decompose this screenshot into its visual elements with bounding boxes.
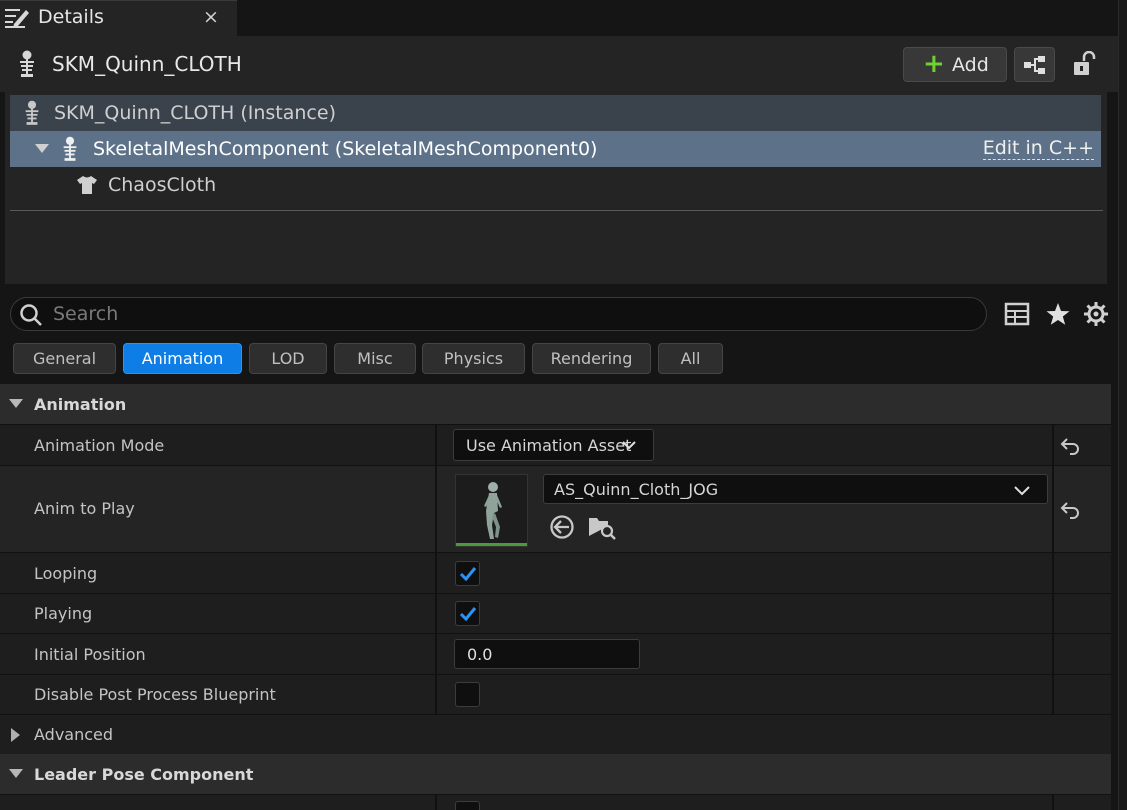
- collapse-arrow-icon[interactable]: [35, 144, 49, 154]
- column-divider: [435, 594, 437, 633]
- search-input[interactable]: [53, 301, 953, 327]
- section-title: Leader Pose Component: [34, 765, 254, 784]
- column-divider: [435, 634, 437, 674]
- chevron-down-icon: [1014, 486, 1030, 496]
- chevron-down-icon: [622, 441, 636, 450]
- property-label: Looping: [34, 564, 98, 583]
- filter-tab-lod[interactable]: LOD: [249, 343, 327, 374]
- browse-content-icon[interactable]: [588, 514, 616, 540]
- column-divider: [435, 425, 437, 465]
- column-divider: [435, 466, 437, 552]
- column-divider: [435, 795, 437, 810]
- checkmark-icon: [459, 607, 477, 622]
- property-looping: Looping: [0, 552, 1111, 593]
- property-disable-post-process-blueprint: Disable Post Process Blueprint: [0, 674, 1111, 714]
- disable-post-process-checkbox[interactable]: [455, 682, 480, 707]
- reset-to-default-icon[interactable]: [1060, 435, 1080, 455]
- details-icon: [5, 9, 29, 28]
- tree-divider: [10, 210, 1103, 211]
- table-view-icon[interactable]: [1004, 301, 1030, 327]
- plus-icon: +: [923, 49, 945, 79]
- blueprint-button[interactable]: [1014, 47, 1055, 82]
- column-divider: [1052, 553, 1054, 593]
- column-divider: [1052, 795, 1054, 810]
- details-tab[interactable]: Details ×: [0, 0, 237, 36]
- component-label: SkeletalMeshComponent (SkeletalMeshCompo…: [93, 138, 598, 160]
- playing-checkbox[interactable]: [455, 601, 480, 626]
- hierarchy-icon: [1024, 56, 1045, 74]
- skeleton-icon: [25, 100, 39, 125]
- add-component-button[interactable]: + Add: [903, 47, 1007, 82]
- instance-label: SKM_Quinn_CLOTH (Instance): [54, 102, 336, 124]
- column-divider: [1052, 466, 1054, 552]
- skeleton-icon: [63, 136, 77, 161]
- edit-in-cpp-link[interactable]: Edit in C++: [982, 138, 1094, 160]
- gear-icon[interactable]: [1083, 301, 1109, 327]
- dropdown-value: Use Animation Asset: [466, 436, 632, 455]
- thumbnail-underline: [456, 543, 527, 546]
- filter-tab-physics[interactable]: Physics: [422, 343, 525, 374]
- actor-title: SKM_Quinn_CLOTH: [52, 52, 242, 76]
- column-divider: [435, 675, 437, 714]
- reset-to-default-icon[interactable]: [1060, 499, 1080, 519]
- animation-mode-dropdown[interactable]: Use Animation Asset: [453, 429, 654, 461]
- details-header: SKM_Quinn_CLOTH + Add: [0, 36, 1118, 92]
- search-bar[interactable]: [10, 297, 987, 331]
- section-title: Animation: [34, 395, 127, 414]
- filter-tab-misc[interactable]: Misc: [334, 343, 416, 374]
- tab-bar: Details ×: [0, 0, 1127, 36]
- child-label: ChaosCloth: [108, 174, 217, 196]
- lock-icon[interactable]: [1072, 51, 1096, 77]
- looping-checkbox[interactable]: [455, 561, 480, 586]
- column-divider: [1052, 634, 1054, 674]
- property-label: Animation Mode: [34, 436, 165, 455]
- tree-item-instance[interactable]: SKM_Quinn_CLOTH (Instance): [10, 95, 1101, 131]
- property-animation-mode: Animation Mode Use Animation Asset: [0, 424, 1111, 465]
- filter-tab-animation[interactable]: Animation: [123, 343, 242, 374]
- filter-tab-general[interactable]: General: [13, 343, 116, 374]
- checkmark-icon: [459, 567, 477, 582]
- add-label: Add: [952, 54, 989, 76]
- tree-item-skeletal-mesh-component[interactable]: SkeletalMeshComponent (SkeletalMeshCompo…: [10, 131, 1101, 167]
- expand-arrow-icon: [9, 769, 23, 778]
- scrollbar-strip: [1118, 0, 1127, 810]
- group-label: Advanced: [34, 725, 114, 744]
- checkbox-partial[interactable]: [455, 801, 480, 810]
- search-icon: [20, 304, 42, 326]
- dropdown-value: AS_Quinn_Cloth_JOG: [554, 480, 719, 499]
- field-value: 0.0: [467, 645, 493, 664]
- column-divider: [1052, 675, 1054, 714]
- property-initial-position: Initial Position 0.0: [0, 633, 1111, 674]
- skeleton-icon: [20, 50, 34, 77]
- close-icon[interactable]: ×: [203, 6, 219, 28]
- asset-thumbnail[interactable]: [455, 474, 528, 547]
- filter-tab-rendering[interactable]: Rendering: [532, 343, 651, 374]
- property-label: Playing: [34, 604, 93, 623]
- property-anim-to-play: Anim to Play AS_Quinn_Cloth_JOG: [0, 465, 1111, 552]
- shirt-icon: [77, 176, 97, 194]
- column-divider: [1052, 594, 1054, 633]
- tree-item-chaos-cloth[interactable]: ChaosCloth: [10, 167, 1101, 203]
- column-divider: [435, 553, 437, 593]
- component-tree: SKM_Quinn_CLOTH (Instance) SkeletalMeshC…: [5, 92, 1107, 284]
- use-selected-asset-icon[interactable]: [549, 514, 575, 540]
- property-label: Anim to Play: [34, 499, 135, 518]
- section-animation[interactable]: Animation: [0, 384, 1111, 424]
- expand-arrow-icon: [9, 399, 23, 408]
- property-playing: Playing: [0, 593, 1111, 633]
- anim-asset-dropdown[interactable]: AS_Quinn_Cloth_JOG: [543, 474, 1048, 504]
- running-figure-icon: [456, 475, 527, 545]
- section-leader-pose-component[interactable]: Leader Pose Component: [0, 754, 1111, 794]
- expand-arrow-icon: [11, 728, 20, 742]
- tab-title: Details: [38, 6, 104, 28]
- property-label: Initial Position: [34, 645, 146, 664]
- column-divider: [1052, 425, 1054, 465]
- initial-position-field[interactable]: 0.0: [454, 639, 640, 669]
- filter-tab-all[interactable]: All: [658, 343, 723, 374]
- property-label: Disable Post Process Blueprint: [34, 685, 276, 704]
- star-icon[interactable]: [1045, 301, 1071, 327]
- advanced-group[interactable]: Advanced: [0, 714, 1111, 754]
- property-row-partial: [0, 794, 1111, 810]
